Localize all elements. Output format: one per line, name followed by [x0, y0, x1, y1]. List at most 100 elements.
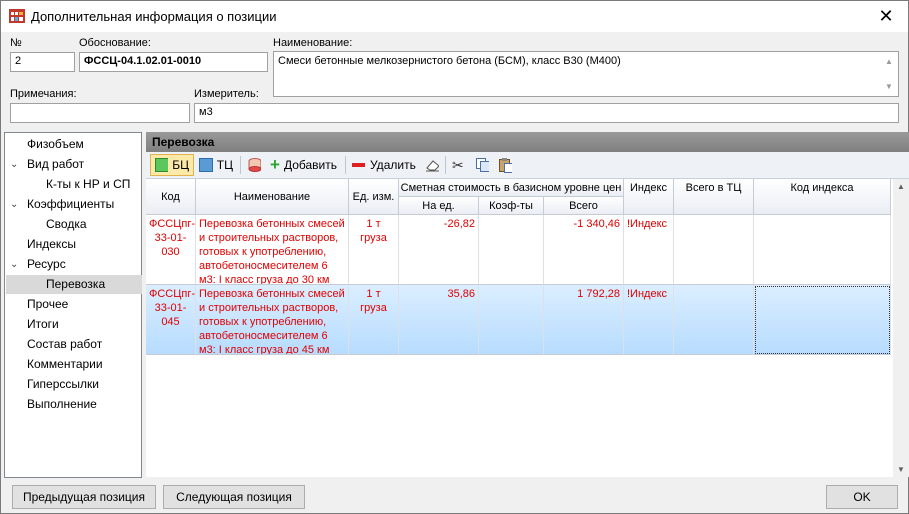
next-position-button[interactable]: Следующая позиция [163, 485, 305, 509]
paste-button[interactable] [494, 154, 516, 176]
delete-button[interactable]: Удалить [348, 154, 420, 176]
col-header-index[interactable]: Индекс [624, 179, 674, 215]
bc-toggle-button[interactable]: БЦ [150, 154, 194, 176]
cell-code[interactable]: ФССЦпг-03-33-01-030 [146, 215, 196, 285]
col-header-per-unit[interactable]: На ед. [399, 197, 479, 215]
cell-coef[interactable] [479, 215, 544, 285]
green-square-icon [155, 158, 169, 172]
tc-toggle-button[interactable]: ТЦ [195, 154, 237, 176]
cell-index[interactable]: !Индекс [624, 215, 674, 285]
close-button[interactable]: ✕ [864, 1, 908, 32]
nav-item-indeksy[interactable]: Индексы [27, 235, 76, 254]
minus-icon [352, 163, 365, 167]
clear-button[interactable] [421, 154, 443, 176]
nav-item-svodka[interactable]: Сводка [46, 215, 87, 234]
cell-index-code[interactable] [754, 215, 891, 285]
cell-name[interactable]: Перевозка бетонных смесей и строительных… [196, 285, 349, 355]
database-icon [248, 158, 261, 172]
nav-tree: Физобъем ⌄ Вид работ К-ты к НР и СП ⌄ Коэф… [4, 132, 142, 478]
cell-total[interactable]: 1 792,28 [544, 285, 624, 355]
nav-item-itogi[interactable]: Итоги [27, 315, 59, 334]
num-label: № [10, 37, 22, 49]
cell-per-unit[interactable]: -26,82 [399, 215, 479, 285]
cell-index[interactable]: !Индекс [624, 285, 674, 355]
nav-item-koeffitsienty[interactable]: ⌄ Коэффициенты [10, 195, 114, 214]
blue-square-icon [199, 158, 213, 172]
col-header-index-code[interactable]: Код индекса [754, 179, 891, 215]
col-header-base-cost: Сметная стоимость в базисном уровне цен [399, 179, 624, 197]
tc-label: ТЦ [216, 158, 233, 172]
memo-scrollbar[interactable]: ▲ ▼ [882, 53, 897, 95]
col-header-total[interactable]: Всего [544, 197, 624, 215]
cut-icon: ✂ [452, 156, 464, 173]
ok-button[interactable]: OK [826, 485, 898, 509]
panel-title: Перевозка [146, 132, 909, 152]
col-header-code[interactable]: Код [146, 179, 196, 215]
scroll-down-icon[interactable]: ▼ [897, 465, 905, 474]
col-header-unit[interactable]: Ед. изм. [349, 179, 399, 215]
prev-position-button[interactable]: Предыдущая позиция [12, 485, 156, 509]
nav-item-label: Состав работ [27, 337, 103, 351]
basis-field[interactable]: ФССЦ-04.1.02.01-0010 [79, 52, 268, 72]
unit-field[interactable]: м3 [194, 103, 899, 123]
name-memo[interactable]: Смеси бетонные мелкозернистого бетона (Б… [273, 51, 899, 97]
cell-code[interactable]: ФССЦпг-03-33-01-045 [146, 285, 196, 355]
add-button[interactable]: + Добавить [266, 154, 342, 176]
scroll-down-icon[interactable]: ▼ [885, 82, 893, 91]
notes-field[interactable] [10, 103, 190, 123]
nav-item-perevozka[interactable]: Перевозка [46, 275, 105, 294]
cell-coef[interactable] [479, 285, 544, 355]
cell-total-tc[interactable] [674, 285, 754, 355]
toolbar-separator [240, 156, 241, 174]
toolbar: БЦ ТЦ + Добавить Удалить ✂ [146, 152, 909, 179]
cell-unit[interactable]: 1 т груза [349, 285, 399, 355]
cell-per-unit[interactable]: 35,86 [399, 285, 479, 355]
eraser-icon [426, 160, 439, 172]
col-header-name[interactable]: Наименование [196, 179, 349, 215]
nav-item-vid-rabot[interactable]: ⌄ Вид работ [10, 155, 85, 174]
nav-item-sostav-rabot[interactable]: Состав работ [27, 335, 102, 354]
nav-item-label: Вид работ [27, 157, 85, 171]
nav-item-label: К-ты к НР и СП [46, 177, 131, 191]
title-bar: Дополнительная информация о позиции ✕ [1, 1, 908, 32]
copy-icon [476, 158, 489, 172]
nav-item-prochee[interactable]: Прочее [27, 295, 68, 314]
nav-item-fizobjem[interactable]: Физобъем [27, 135, 84, 154]
nav-item-giperssylki[interactable]: Гиперссылки [27, 375, 99, 394]
nav-item-label: Итоги [27, 317, 59, 331]
nav-item-kty-nr-sp[interactable]: К-ты к НР и СП [46, 175, 130, 194]
name-value: Смеси бетонные мелкозернистого бетона (Б… [278, 55, 621, 67]
cell-name[interactable]: Перевозка бетонных смесей и строительных… [196, 215, 349, 285]
col-header-total-tc[interactable]: Всего в ТЦ [674, 179, 754, 215]
select-resource-button[interactable] [243, 154, 265, 176]
app-icon [9, 9, 25, 23]
cell-unit[interactable]: 1 т груза [349, 215, 399, 285]
cell-index-code[interactable] [754, 285, 891, 355]
copy-button[interactable] [471, 154, 493, 176]
scroll-up-icon[interactable]: ▲ [897, 182, 905, 191]
nav-item-resurs[interactable]: ⌄ Ресурс [10, 255, 66, 274]
table-row-selected[interactable]: ФССЦпг-03-33-01-045 Перевозка бетонных с… [146, 285, 891, 355]
toolbar-separator [445, 156, 446, 174]
cell-total-tc[interactable] [674, 215, 754, 285]
nav-item-kommentarii[interactable]: Комментарии [27, 355, 103, 374]
paste-icon [499, 158, 512, 173]
nav-item-label: Комментарии [27, 357, 103, 371]
chevron-down-icon[interactable]: ⌄ [10, 255, 18, 274]
cut-button[interactable]: ✂ [448, 154, 470, 176]
nav-item-vypolnenie[interactable]: Выполнение [27, 395, 97, 414]
chevron-down-icon[interactable]: ⌄ [10, 195, 18, 214]
delete-label: Удалить [370, 158, 416, 172]
col-header-coef[interactable]: Коэф-ты [479, 197, 544, 215]
toolbar-separator [345, 156, 346, 174]
nav-item-label: Выполнение [27, 397, 97, 411]
scroll-up-icon[interactable]: ▲ [885, 57, 893, 66]
grid-scrollbar[interactable]: ▲ ▼ [893, 179, 909, 477]
chevron-down-icon[interactable]: ⌄ [10, 155, 18, 174]
basis-label: Обоснование: [79, 37, 151, 49]
num-field[interactable]: 2 [10, 52, 75, 72]
table-row[interactable]: ФССЦпг-03-33-01-030 Перевозка бетонных с… [146, 215, 891, 285]
nav-item-label: Индексы [27, 237, 76, 251]
plus-icon: + [270, 155, 280, 174]
cell-total[interactable]: -1 340,46 [544, 215, 624, 285]
